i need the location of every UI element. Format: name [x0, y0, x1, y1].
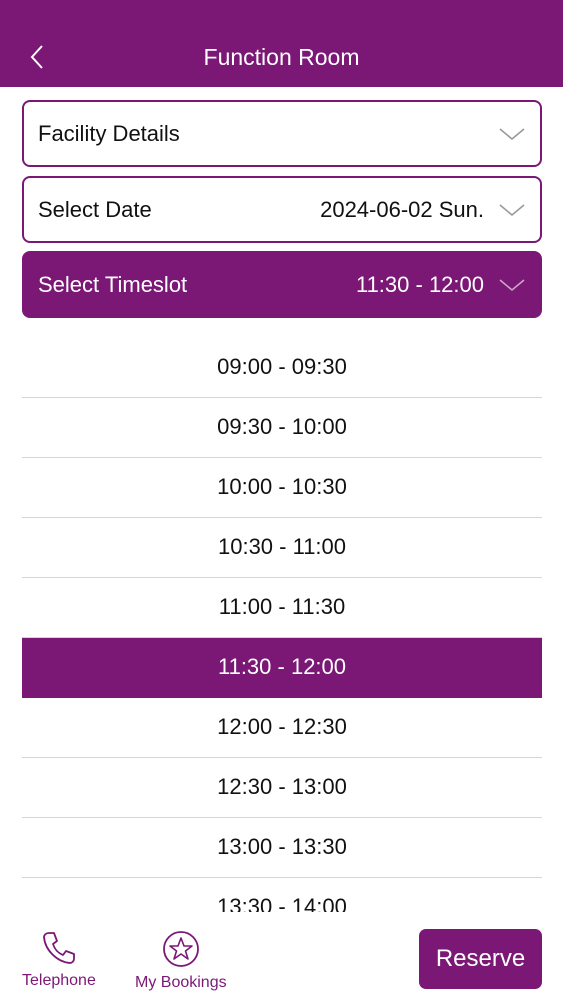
- select-timeslot-label: Select Timeslot: [38, 271, 188, 297]
- timeslot-option[interactable]: 13:30 - 14:00: [22, 878, 542, 912]
- chevron-down-icon: [498, 126, 526, 142]
- timeslot-option[interactable]: 11:00 - 11:30: [22, 578, 542, 638]
- timeslot-option-selected[interactable]: 11:30 - 12:00: [22, 638, 542, 698]
- chevron-down-icon: [498, 277, 526, 293]
- my-bookings-label: My Bookings: [135, 974, 227, 991]
- timeslot-option[interactable]: 10:30 - 11:00: [22, 518, 542, 578]
- phone-icon: [43, 932, 75, 964]
- selected-timeslot-value: 11:30 - 12:00: [355, 271, 484, 297]
- timeslot-option[interactable]: 09:30 - 10:00: [22, 398, 542, 458]
- timeslot-option[interactable]: 13:00 - 13:30: [22, 818, 542, 878]
- timeslot-option[interactable]: 12:00 - 12:30: [22, 698, 542, 758]
- facility-details-dropdown[interactable]: Facility Details: [22, 100, 542, 167]
- page-title: Function Room: [203, 44, 360, 70]
- star-circle-icon: [162, 931, 199, 967]
- select-timeslot-dropdown[interactable]: Select Timeslot 11:30 - 12:00: [22, 251, 542, 318]
- timeslot-option[interactable]: 10:00 - 10:30: [22, 458, 542, 518]
- timeslot-list[interactable]: 09:00 - 09:30 09:30 - 10:00 10:00 - 10:3…: [22, 338, 542, 912]
- selected-date-value: 2024-06-02 Sun.: [320, 196, 484, 222]
- app-header: Function Room: [0, 0, 563, 87]
- telephone-tab[interactable]: Telephone: [22, 930, 96, 990]
- chevron-down-icon: [498, 202, 526, 218]
- facility-details-label: Facility Details: [38, 120, 180, 146]
- timeslot-option[interactable]: 12:30 - 13:00: [22, 758, 542, 818]
- select-date-label: Select Date: [38, 196, 152, 222]
- telephone-label: Telephone: [22, 972, 96, 989]
- my-bookings-tab[interactable]: My Bookings: [135, 930, 227, 992]
- bottom-bar: Telephone My Bookings Reserve: [0, 912, 563, 1000]
- reserve-button[interactable]: Reserve: [419, 929, 542, 989]
- timeslot-option[interactable]: 09:00 - 09:30: [22, 338, 542, 398]
- select-date-dropdown[interactable]: Select Date 2024-06-02 Sun.: [22, 176, 542, 243]
